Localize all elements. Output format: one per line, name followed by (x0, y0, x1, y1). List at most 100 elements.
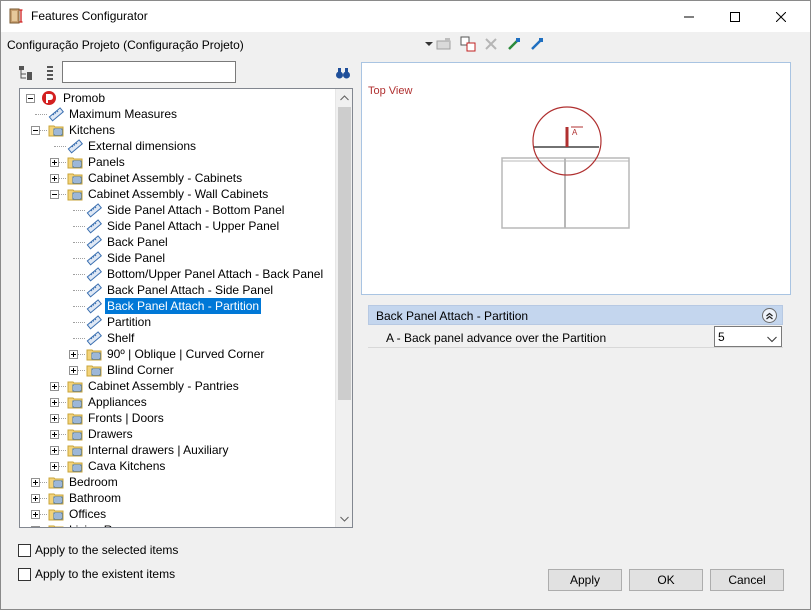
cancel-button[interactable]: Cancel (710, 569, 784, 591)
tree-feature-node[interactable]: Side Panel (20, 250, 335, 266)
tree-folder-node[interactable]: Internal drawers | Auxiliary (20, 442, 335, 458)
scroll-up-arrow-icon[interactable] (336, 89, 352, 106)
property-value-select[interactable]: 5 (714, 326, 782, 347)
tree-folder-node[interactable]: Kitchens (20, 122, 335, 138)
expand-toggle[interactable] (50, 174, 59, 183)
tree-folder-node[interactable]: 90º | Oblique | Curved Corner (20, 346, 335, 362)
folder-icon (48, 490, 64, 506)
expand-toggle[interactable] (31, 478, 40, 487)
expand-toggle[interactable] (31, 494, 40, 503)
measure-tag-icon (86, 282, 102, 298)
find-binoculars-icon[interactable] (335, 65, 351, 81)
promob-logo-icon (41, 90, 57, 106)
configurator-app-icon (9, 8, 25, 24)
minimize-button[interactable] (666, 1, 712, 32)
delete-icon[interactable] (482, 35, 500, 53)
measure-tag-icon (86, 234, 102, 250)
title-bar[interactable]: Features Configurator (1, 1, 810, 32)
tree-folder-node[interactable]: Fronts | Doors (20, 410, 335, 426)
tree-scrollbar[interactable] (335, 89, 352, 527)
tree-node-label: Side Panel Attach - Bottom Panel (107, 203, 285, 217)
export-icon[interactable] (528, 35, 546, 53)
tree-folder-node[interactable]: Cava Kitchens (20, 458, 335, 474)
expand-toggle[interactable] (50, 382, 59, 391)
expand-toggle[interactable] (50, 430, 59, 439)
tree-node-label: Kitchens (69, 123, 116, 137)
tree-folder-node[interactable]: Offices (20, 506, 335, 522)
ok-button[interactable]: OK (629, 569, 703, 591)
expand-toggle[interactable] (50, 462, 59, 471)
scroll-thumb[interactable] (338, 107, 351, 400)
tree-folder-node[interactable]: Bedroom (20, 474, 335, 490)
folder-icon (67, 186, 83, 202)
search-input[interactable] (62, 61, 236, 83)
chevron-down-icon[interactable] (767, 332, 777, 346)
collapse-toggle[interactable] (26, 94, 35, 103)
tree-node-label: Cabinet Assembly - Cabinets (88, 171, 243, 185)
tree-folder-node[interactable]: Cabinet Assembly - Cabinets (20, 170, 335, 186)
expand-toggle[interactable] (50, 414, 59, 423)
folder-icon (67, 426, 83, 442)
list-view-icon[interactable] (42, 65, 58, 81)
tree-connector (73, 322, 85, 323)
tree-node-label: Bottom/Upper Panel Attach - Back Panel (107, 267, 324, 281)
import-icon[interactable] (505, 35, 523, 53)
expand-toggle[interactable] (50, 446, 59, 455)
expand-toggle[interactable] (31, 526, 40, 527)
tree-folder-node[interactable]: Cabinet Assembly - Pantries (20, 378, 335, 394)
tree-connector (35, 114, 47, 115)
measure-tag-icon (67, 138, 83, 154)
close-button[interactable] (758, 1, 804, 32)
tree-feature-node[interactable]: Back Panel Attach - Partition (20, 298, 335, 314)
apply-selected-checkbox[interactable] (18, 544, 31, 557)
apply-selected-label: Apply to the selected items (35, 543, 179, 557)
tree-feature-node[interactable]: Bottom/Upper Panel Attach - Back Panel (20, 266, 335, 282)
tree-feature-node[interactable]: Back Panel (20, 234, 335, 250)
tree-connector (54, 146, 66, 147)
tree-feature-node[interactable]: External dimensions (20, 138, 335, 154)
expand-toggle[interactable] (69, 366, 78, 375)
expand-toggle[interactable] (50, 398, 59, 407)
expand-toggle[interactable] (31, 510, 40, 519)
tree-feature-node[interactable]: Maximum Measures (20, 106, 335, 122)
scroll-down-arrow-icon[interactable] (336, 510, 352, 527)
measure-tag-icon (86, 314, 102, 330)
tree-folder-node[interactable]: Panels (20, 154, 335, 170)
tree-node-label: Back Panel Attach - Partition (105, 298, 262, 314)
feature-tree[interactable]: Promob Maximum Measures Kitchens External … (19, 88, 353, 528)
tree-folder-node[interactable]: Appliances (20, 394, 335, 410)
apply-existent-checkbox[interactable] (18, 568, 31, 581)
maximize-button[interactable] (712, 1, 758, 32)
tree-feature-node[interactable]: Back Panel Attach - Side Panel (20, 282, 335, 298)
collapse-toggle[interactable] (50, 190, 59, 199)
tree-node-promob[interactable]: Promob (20, 90, 335, 106)
tree-feature-node[interactable]: Shelf (20, 330, 335, 346)
tree-folder-node[interactable]: Cabinet Assembly - Wall Cabinets (20, 186, 335, 202)
tree-node-label: External dimensions (88, 139, 197, 153)
property-group-header[interactable]: Back Panel Attach - Partition (368, 305, 783, 325)
tree-connector (73, 306, 85, 307)
expand-toggle[interactable] (69, 350, 78, 359)
tree-folder-node[interactable]: Blind Corner (20, 362, 335, 378)
collapse-group-icon[interactable] (762, 308, 777, 323)
collapse-toggle[interactable] (31, 126, 40, 135)
tree-folder-node[interactable]: Living Rooms (20, 522, 335, 527)
apply-config-icon[interactable] (435, 35, 453, 53)
tree-node-label: Side Panel (107, 251, 166, 265)
measure-tag-icon (86, 218, 102, 234)
property-label: A - Back panel advance over the Partitio… (386, 331, 607, 345)
apply-button[interactable]: Apply (548, 569, 622, 591)
tree-feature-node[interactable]: Partition (20, 314, 335, 330)
tree-node-label: Offices (69, 507, 107, 521)
top-view-drawing: A (501, 106, 630, 229)
folder-icon (48, 522, 64, 527)
tree-folder-node[interactable]: Drawers (20, 426, 335, 442)
copy-config-icon[interactable] (459, 35, 477, 53)
expand-toggle[interactable] (50, 158, 59, 167)
tree-folder-node[interactable]: Bathroom (20, 490, 335, 506)
tree-feature-node[interactable]: Side Panel Attach - Upper Panel (20, 218, 335, 234)
tree-view-icon[interactable] (18, 65, 34, 81)
tree-node-label: Promob (63, 91, 106, 105)
tree-feature-node[interactable]: Side Panel Attach - Bottom Panel (20, 202, 335, 218)
measure-tag-icon (86, 298, 102, 314)
